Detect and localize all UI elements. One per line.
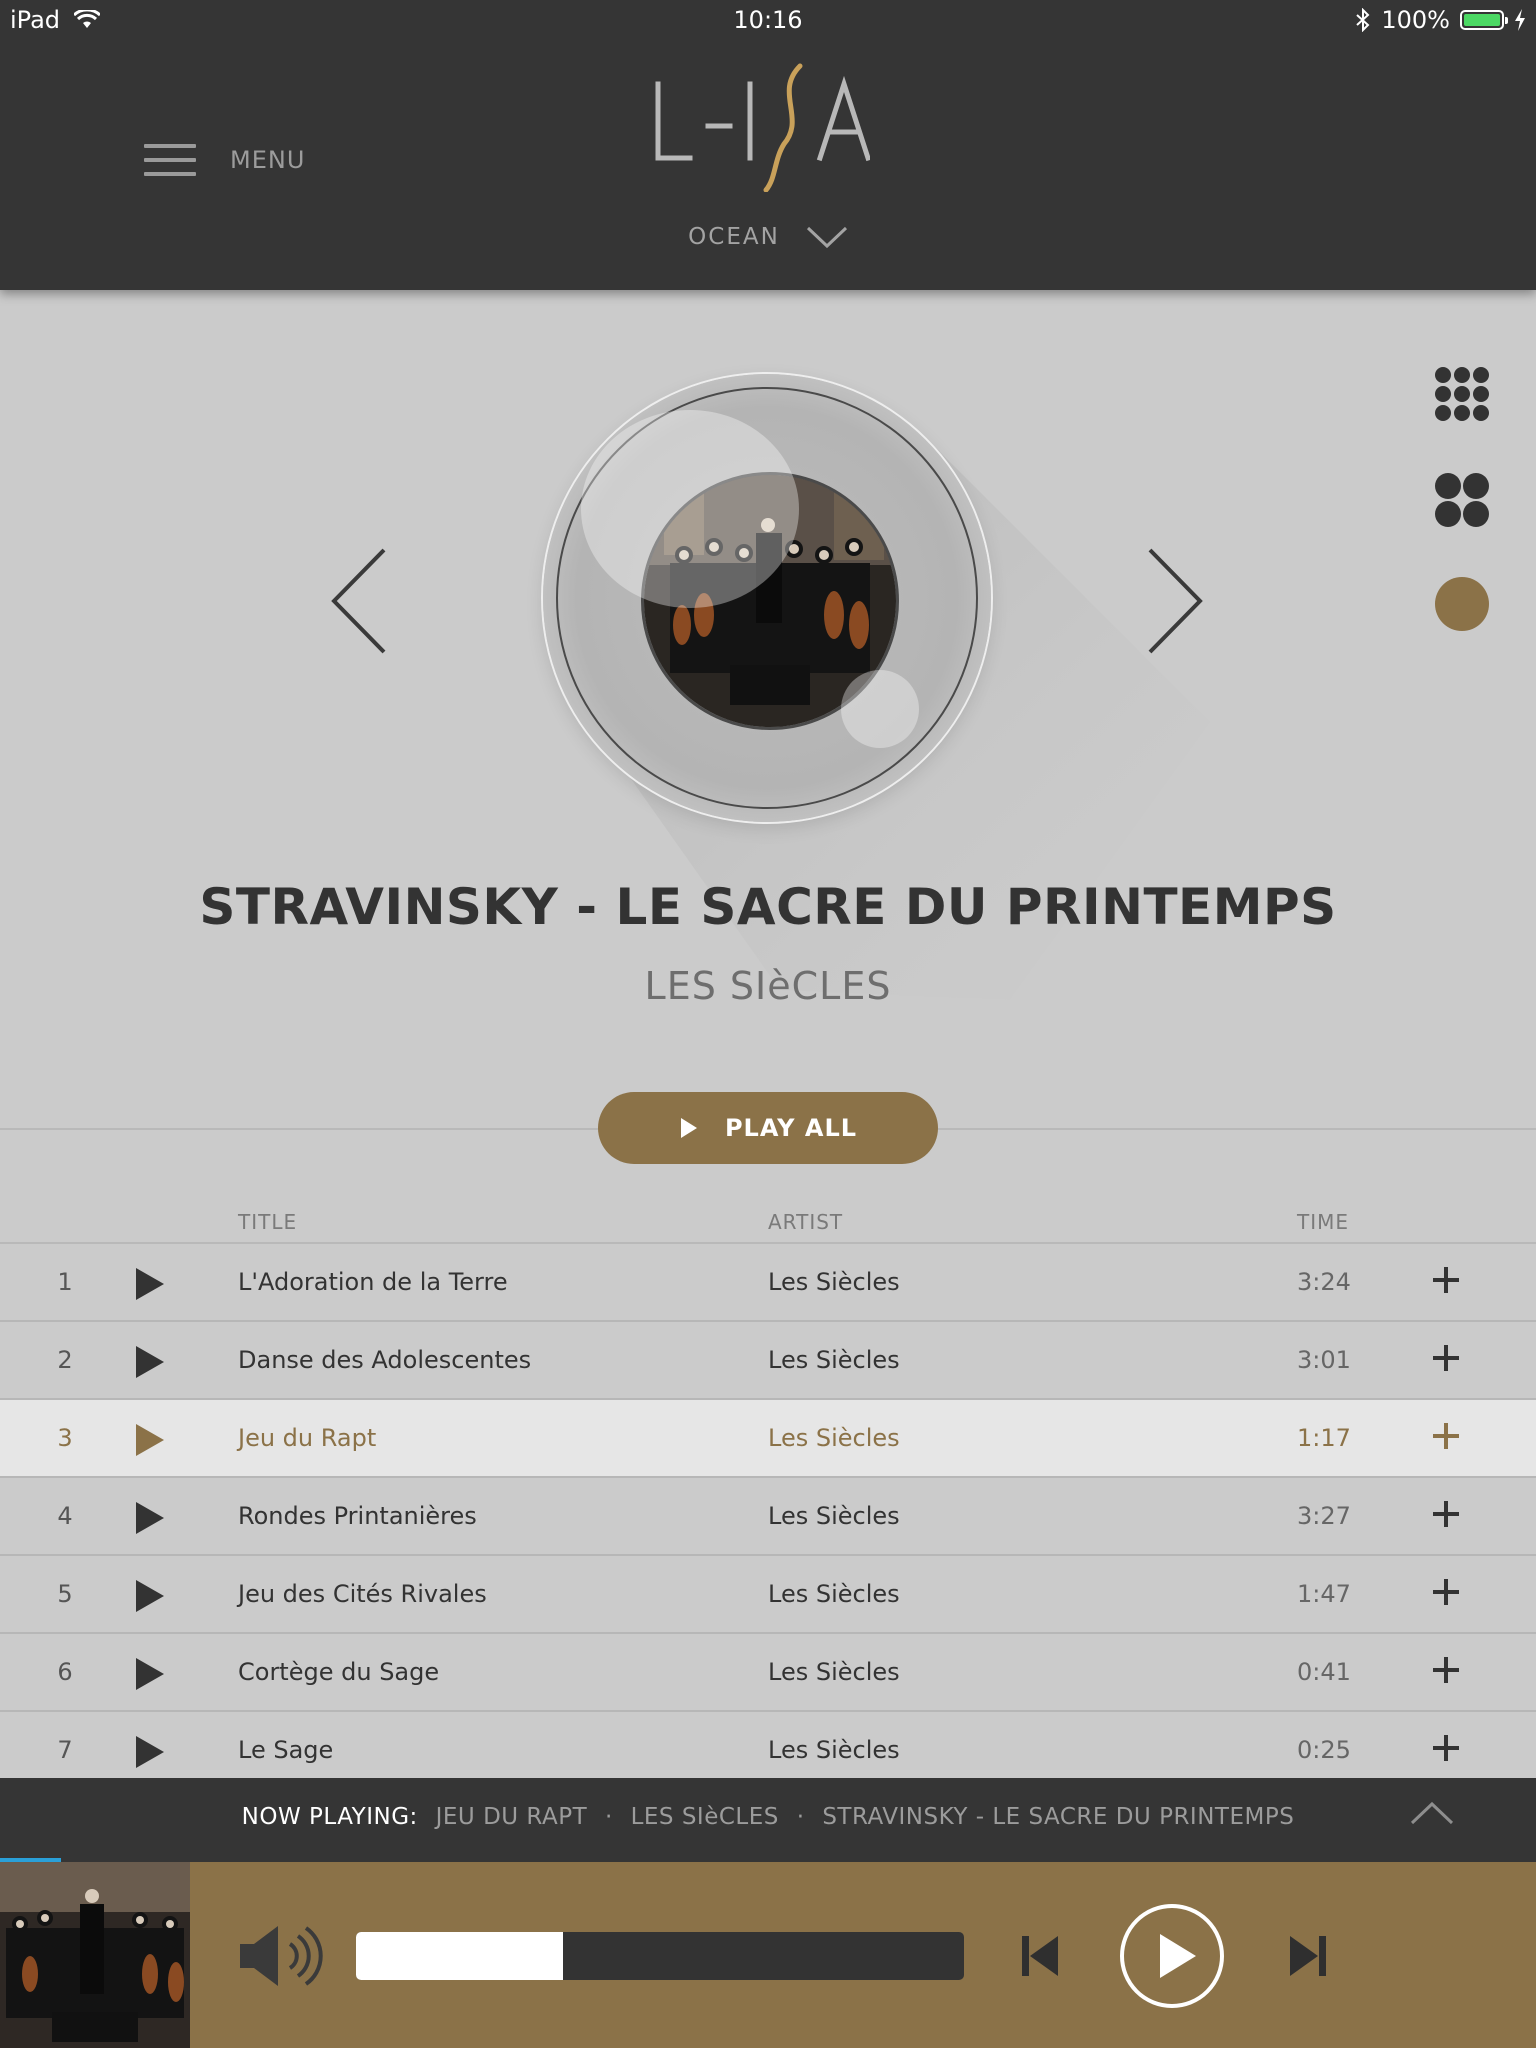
chevron-down-icon [806, 226, 847, 249]
hamburger-icon [144, 144, 196, 176]
plus-icon[interactable] [1430, 1498, 1462, 1530]
track-artist: Les Siècles [768, 1502, 900, 1530]
play-icon[interactable] [132, 1500, 168, 1536]
volume-fill [356, 1932, 563, 1980]
column-title: TITLE [238, 1210, 298, 1234]
track-list: 1 L'Adoration de la Terre Les Siècles 3:… [0, 1244, 1536, 1790]
track-row[interactable]: 1 L'Adoration de la Terre Les Siècles 3:… [0, 1244, 1536, 1322]
track-time: 0:25 [1297, 1736, 1351, 1764]
play-all-button[interactable]: PLAY ALL [598, 1092, 938, 1164]
play-icon [1160, 1934, 1196, 1978]
play-icon[interactable] [132, 1578, 168, 1614]
track-row[interactable]: 5 Jeu des Cités Rivales Les Siècles 1:47 [0, 1556, 1536, 1634]
volume-slider[interactable] [356, 1932, 964, 1980]
track-number: 1 [57, 1268, 73, 1296]
album-artist: LES SIèCLES [644, 964, 892, 1008]
menu-label: MENU [230, 146, 306, 174]
zone-label: OCEAN [688, 224, 780, 250]
now-playing-track: JEU DU RAPT [435, 1804, 588, 1830]
play-icon[interactable] [132, 1422, 168, 1458]
track-row[interactable]: 6 Cortège du Sage Les Siècles 0:41 [0, 1634, 1536, 1712]
app-header: iPad 10:16 100% MENU OCEAN [0, 0, 1536, 290]
album-disc[interactable] [543, 374, 991, 822]
now-playing-bar[interactable]: NOW PLAYING: JEU DU RAPT · LES SIèCLES ·… [0, 1778, 1536, 1862]
track-number: 7 [57, 1736, 73, 1764]
skip-previous-icon[interactable] [1020, 1934, 1060, 1978]
mini-album-artwork[interactable] [0, 1862, 190, 2048]
plus-icon[interactable] [1430, 1576, 1462, 1608]
play-icon [680, 1118, 697, 1138]
track-title: Rondes Printanières [238, 1502, 477, 1530]
play-icon[interactable] [132, 1266, 168, 1302]
plus-icon[interactable] [1430, 1654, 1462, 1686]
play-icon[interactable] [132, 1734, 168, 1770]
track-number: 6 [57, 1658, 73, 1686]
track-row[interactable]: 2 Danse des Adolescentes Les Siècles 3:0… [0, 1322, 1536, 1400]
now-playing-artist: LES SIèCLES [630, 1804, 779, 1830]
track-artist: Les Siècles [768, 1346, 900, 1374]
column-time: TIME [1297, 1210, 1350, 1234]
chevron-up-icon[interactable] [1410, 1800, 1454, 1826]
track-time: 1:17 [1297, 1424, 1351, 1452]
single-dot-icon[interactable] [1434, 576, 1490, 632]
track-number: 5 [57, 1580, 73, 1608]
battery-icon [1460, 10, 1508, 30]
zone-selector[interactable]: OCEAN [0, 224, 1536, 250]
now-playing-text: NOW PLAYING: JEU DU RAPT · LES SIèCLES ·… [241, 1804, 1295, 1830]
status-bar-right: 100% [1355, 6, 1526, 34]
bluetooth-icon [1356, 8, 1370, 32]
grid-9-dots-icon[interactable] [1434, 366, 1490, 422]
skip-next-icon[interactable] [1288, 1934, 1328, 1978]
track-artist: Les Siècles [768, 1658, 900, 1686]
next-album-button[interactable] [1146, 546, 1206, 656]
lisa-logo [655, 63, 870, 192]
column-artist: ARTIST [768, 1210, 844, 1234]
now-playing-album: STRAVINSKY - LE SACRE DU PRINTEMPS [822, 1804, 1295, 1830]
track-table-header: TITLE ARTIST TIME [0, 1200, 1536, 1244]
track-time: 3:01 [1297, 1346, 1351, 1374]
track-artist: Les Siècles [768, 1424, 900, 1452]
menu-button[interactable]: MENU [144, 144, 305, 176]
now-playing-label: NOW PLAYING: [241, 1804, 418, 1830]
speaker-icon[interactable] [238, 1922, 324, 1990]
track-artist: Les Siècles [768, 1580, 900, 1608]
track-title: Cortège du Sage [238, 1658, 440, 1686]
track-artist: Les Siècles [768, 1736, 900, 1764]
charging-icon [1515, 9, 1525, 31]
track-time: 3:24 [1297, 1268, 1351, 1296]
album-title: STRAVINSKY - LE SACRE DU PRINTEMPS [199, 878, 1337, 936]
grid-4-dots-icon[interactable] [1434, 472, 1490, 528]
status-time: 10:16 [733, 6, 803, 34]
play-icon[interactable] [132, 1344, 168, 1380]
player-controls [0, 1862, 1536, 2048]
play-pause-button[interactable] [1120, 1904, 1224, 2008]
track-title: Jeu des Cités Rivales [238, 1580, 487, 1608]
track-number: 3 [57, 1424, 73, 1452]
prev-album-button[interactable] [328, 546, 388, 656]
track-row-active[interactable]: 3 Jeu du Rapt Les Siècles 1:17 [0, 1400, 1536, 1478]
track-title: Jeu du Rapt [238, 1424, 377, 1452]
play-icon[interactable] [132, 1656, 168, 1692]
track-time: 0:41 [1297, 1658, 1351, 1686]
track-artist: Les Siècles [768, 1268, 900, 1296]
track-title: L'Adoration de la Terre [238, 1268, 508, 1296]
track-row[interactable]: 4 Rondes Printanières Les Siècles 3:27 [0, 1478, 1536, 1556]
plus-icon[interactable] [1430, 1420, 1462, 1452]
track-time: 1:47 [1297, 1580, 1351, 1608]
track-title: Le Sage [238, 1736, 334, 1764]
track-number: 2 [57, 1346, 73, 1374]
track-title: Danse des Adolescentes [238, 1346, 532, 1374]
plus-icon[interactable] [1430, 1342, 1462, 1374]
plus-icon[interactable] [1430, 1264, 1462, 1296]
battery-percent: 100% [1381, 6, 1450, 34]
plus-icon[interactable] [1430, 1732, 1462, 1764]
play-all-label: PLAY ALL [724, 1114, 858, 1142]
track-number: 4 [57, 1502, 73, 1530]
track-time: 3:27 [1297, 1502, 1351, 1530]
